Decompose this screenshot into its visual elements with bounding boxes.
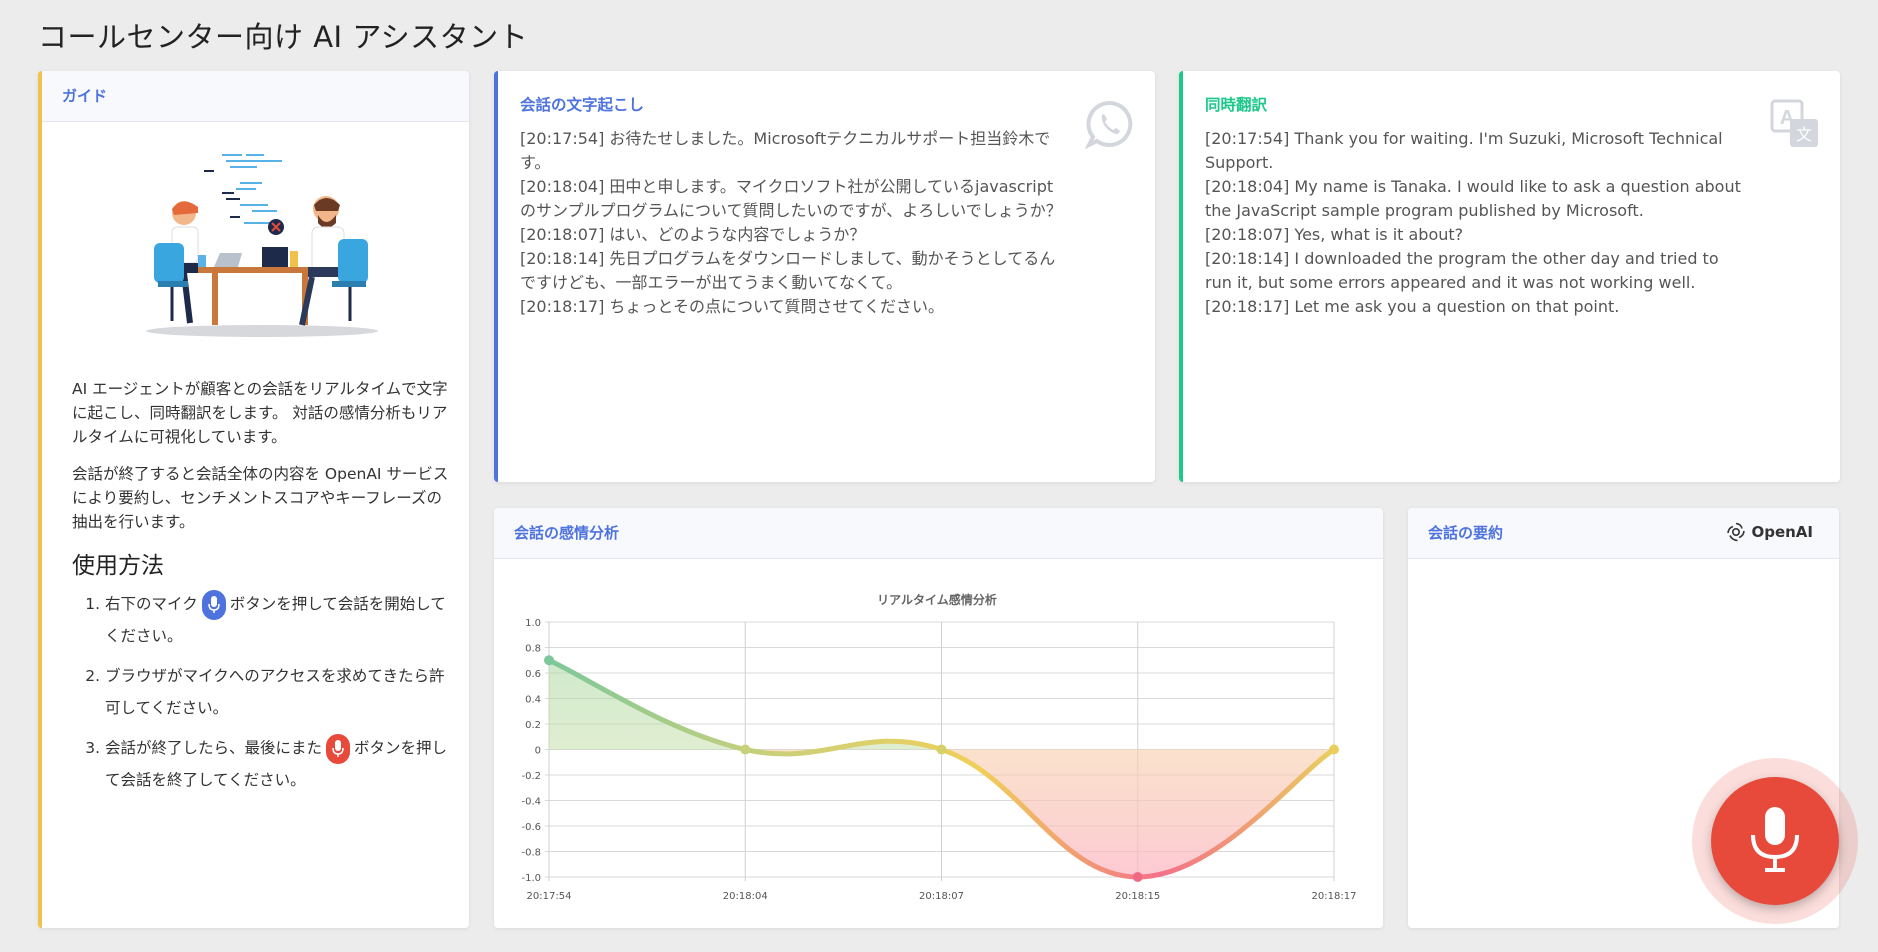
usage-step: 右下のマイクボタンを押して会話を開始してください。: [105, 588, 450, 652]
translation-line: [20:18:17] Let me ask you a question on …: [1205, 297, 1620, 316]
x-tick-label: 20:18:15: [1115, 891, 1160, 902]
transcript-log: [20:17:54] お待たせしました。Microsoftテクニカルサポート担当…: [520, 127, 1065, 319]
transcript-line: [20:18:07] はい、どのような内容でしょうか？: [520, 225, 866, 244]
translate-icon: A 文: [1770, 99, 1818, 147]
microphone-icon: [1751, 807, 1799, 872]
microphone-button[interactable]: [1711, 777, 1839, 905]
sentiment-header: 会話の感情分析: [494, 508, 1383, 559]
mic-icon: [201, 589, 226, 620]
y-tick-label: 0.6: [525, 669, 541, 680]
chart-title: リアルタイム感情分析: [877, 592, 997, 607]
sentiment-card: 会話の感情分析 リアルタイム感情分析 1.0 0.8 0.6 0.4 0.2 0 -0.2 -…: [494, 508, 1383, 928]
translation-card: 同時翻訳 A 文 [20:17:54] Thank you for waitin…: [1179, 71, 1840, 482]
translation-log: [20:17:54] Thank you for waiting. I'm Su…: [1205, 127, 1750, 319]
x-tick-label: 20:18:04: [723, 891, 768, 902]
y-tick-label: 0.2: [525, 720, 541, 731]
transcript-title: 会話の文字起こし: [520, 96, 645, 114]
translation-line: [20:18:14] I downloaded the program the …: [1205, 249, 1719, 292]
y-tick-label: 0.4: [525, 695, 541, 706]
x-tick-label: 20:17:54: [527, 891, 572, 902]
guide-header: ガイド: [42, 71, 469, 122]
y-tick-label: -0.2: [521, 771, 541, 782]
y-tick-label: 0.8: [525, 644, 541, 655]
y-tick-label: 0: [535, 746, 541, 757]
transcript-line: [20:17:54] お待たせしました。Microsoftテクニカルサポート担当…: [520, 129, 1051, 172]
translation-line: [20:18:04] My name is Tanaka. I would li…: [1205, 177, 1741, 220]
page-title: コールセンター向け AI アシスタント: [38, 20, 529, 54]
guide-illustration: [146, 154, 378, 337]
data-point: [1329, 744, 1339, 755]
openai-badge: OpenAI: [1726, 522, 1813, 542]
data-point: [1132, 872, 1143, 882]
y-axis-ticks: 1.0 0.8 0.6 0.4 0.2 0 -0.2 -0.4 -0.6 -0.8 -1.0: [521, 618, 541, 884]
usage-step: 会話が終了したら、最後にまたボタンを押して会話を終了してください。: [105, 732, 450, 796]
transcript-line: [20:18:14] 先日プログラムをダウンロードしまして、動かそうとしてるんで…: [520, 249, 1056, 292]
summary-header: 会話の要約 OpenAI: [1408, 508, 1839, 559]
translation-line: [20:17:54] Thank you for waiting. I'm Su…: [1205, 129, 1723, 172]
guide-summary-note: 会話が終了すると会話全体の内容を OpenAI サービスにより要約し、センチメン…: [72, 465, 449, 531]
x-tick-label: 20:18:07: [919, 891, 964, 902]
transcript-card: 会話の文字起こし [20:17:54] お待たせしました。Microsoftテク…: [494, 71, 1155, 482]
sentiment-chart: リアルタイム感情分析 1.0 0.8 0.6 0.4 0.2 0 -0.2 -0.4 -0.6 -…: [521, 592, 1357, 902]
translation-line: [20:18:07] Yes, what is it about?: [1205, 225, 1464, 244]
guide-card: ガイド AI エージェントが顧客との会話をリアルタイムで文字に起こし、同時翻訳を…: [38, 71, 469, 928]
y-tick-label: -0.6: [521, 822, 541, 833]
translation-title: 同時翻訳: [1205, 96, 1268, 114]
transcript-line: [20:18:17] ちょっとその点について質問させてください。: [520, 297, 944, 316]
usage-title: 使用方法: [72, 553, 164, 579]
usage-steps: 右下のマイクボタンを押して会話を開始してください。 ブラウザがマイクへのアクセス…: [72, 588, 450, 796]
transcript-line: [20:18:04] 田中と申します。マイクロソフト社が公開しているjavasc…: [520, 177, 1062, 220]
whatsapp-icon: [1085, 100, 1133, 149]
usage-step: ブラウザがマイクへのアクセスを求めてきたら許可してください。: [105, 660, 450, 724]
svg-text:文: 文: [1796, 125, 1812, 144]
x-axis-ticks: 20:17:54 20:18:04 20:18:07 20:18:15 20:18:17: [527, 891, 1357, 902]
y-tick-label: -0.8: [521, 848, 541, 859]
y-tick-label: 1.0: [525, 618, 541, 629]
openai-logo-icon: [1727, 522, 1746, 542]
data-point: [740, 744, 751, 755]
y-tick-label: -0.4: [521, 797, 541, 808]
data-point: [544, 655, 554, 666]
mic-icon: [326, 733, 351, 764]
y-tick-label: -1.0: [521, 873, 541, 884]
x-tick-label: 20:18:17: [1312, 891, 1357, 902]
guide-intro: AI エージェントが顧客との会話をリアルタイムで文字に起こし、同時翻訳をします。…: [72, 380, 448, 446]
data-point: [936, 744, 947, 755]
